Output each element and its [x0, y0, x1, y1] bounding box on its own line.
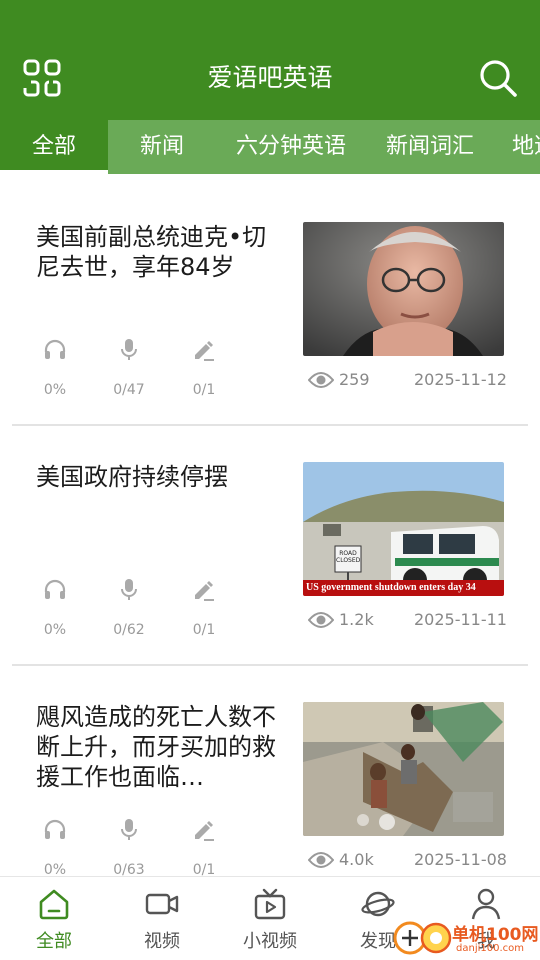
eye-icon: [308, 612, 334, 628]
listen-progress: 0%: [43, 862, 67, 876]
article-feed[interactable]: 美国前副总统迪克•切尼去世，享年84岁 0% 0/47 0/1 259 2025…: [0, 174, 540, 876]
article-headline[interactable]: 美国政府持续停摆: [36, 462, 284, 492]
eye-icon: [308, 372, 334, 388]
nav-label: 视频: [144, 931, 180, 952]
pencil-icon: [195, 341, 214, 361]
pencil-icon: [195, 821, 214, 841]
tab-all[interactable]: 全部: [0, 120, 108, 174]
article-card[interactable]: 美国前副总统迪克•切尼去世，享年84岁 0% 0/47 0/1 259 2025…: [0, 174, 540, 414]
article-card[interactable]: 美国政府持续停摆 0% 0/62 0/1 ROAD CLOSED US gove…: [0, 414, 540, 654]
video-camera-icon: [145, 893, 179, 915]
speak-progress: 0/62: [113, 622, 145, 638]
headphones-icon: [44, 339, 66, 359]
image-caption: US government shutdown enters day 34: [306, 582, 476, 593]
tab-six-minute-english[interactable]: 六分钟英语: [220, 120, 362, 174]
headphones-icon: [44, 579, 66, 599]
listen-progress: 0%: [43, 382, 67, 398]
microphone-icon: [121, 819, 137, 840]
app-header: 爱语吧英语: [0, 0, 540, 120]
view-count: 4.0k: [339, 850, 374, 869]
home-icon: [39, 889, 69, 920]
write-progress: 0/1: [192, 862, 216, 876]
tab-news[interactable]: 新闻: [108, 120, 216, 174]
listen-progress: 0%: [43, 622, 67, 638]
nav-label: 小视频: [243, 931, 297, 952]
publish-date: 2025-11-12: [414, 370, 507, 389]
planet-icon: [361, 891, 395, 917]
view-count: 259: [339, 370, 370, 389]
publish-date: 2025-11-11: [414, 610, 507, 629]
nav-item-video[interactable]: 视频: [108, 877, 216, 960]
article-card[interactable]: 飓风造成的死亡人数不断上升，而牙买加的救援工作也面临… 0% 0/63 0/1: [0, 654, 540, 876]
microphone-icon: [121, 579, 137, 600]
nav-item-short-video[interactable]: 小视频: [216, 877, 324, 960]
road-closed-sign-text: ROAD CLOSED: [336, 550, 361, 564]
article-headline[interactable]: 美国前副总统迪克•切尼去世，享年84岁: [36, 222, 284, 282]
write-progress: 0/1: [192, 622, 216, 638]
nav-item-all[interactable]: 全部: [0, 877, 108, 960]
tab-authentic[interactable]: 地道: [504, 120, 540, 174]
tv-play-icon: [254, 888, 286, 920]
article-thumbnail[interactable]: ROAD CLOSED US government shutdown enter…: [303, 462, 504, 596]
write-progress: 0/1: [192, 382, 216, 398]
nav-label: 全部: [36, 931, 72, 952]
speak-progress: 0/63: [113, 862, 145, 876]
speak-progress: 0/47: [113, 382, 145, 398]
watermark-text: 单机100网: [452, 925, 539, 945]
view-count: 1.2k: [339, 610, 374, 629]
search-icon[interactable]: [478, 58, 518, 98]
tab-news-vocabulary[interactable]: 新闻词汇: [374, 120, 486, 174]
pencil-icon: [195, 581, 214, 601]
eye-icon: [308, 852, 334, 868]
article-thumbnail[interactable]: [303, 222, 504, 356]
article-thumbnail[interactable]: [303, 702, 504, 836]
publish-date: 2025-11-08: [414, 850, 507, 869]
headphones-icon: [44, 819, 66, 839]
article-headline[interactable]: 飓风造成的死亡人数不断上升，而牙买加的救援工作也面临…: [36, 702, 284, 792]
microphone-icon: [121, 339, 137, 360]
category-tabs: 全部 新闻 六分钟英语 新闻词汇 地道: [0, 120, 540, 174]
watermark-url: danji100.com: [456, 943, 524, 954]
app-title: 爱语吧英语: [207, 63, 333, 92]
